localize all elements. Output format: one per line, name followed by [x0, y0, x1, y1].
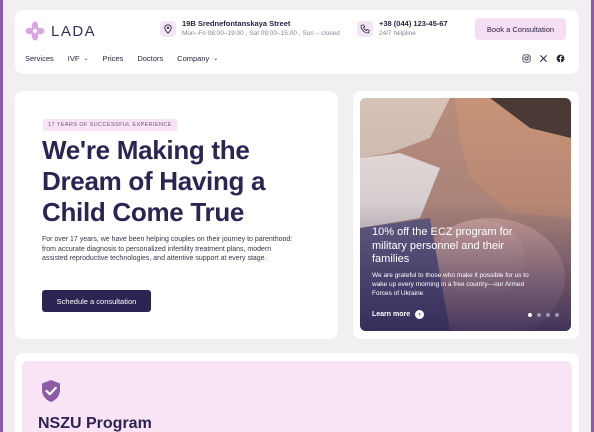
- nszu-card: NSZU Program: [22, 361, 572, 432]
- nav-item-services[interactable]: Services: [25, 54, 54, 63]
- helpline-label: 24/7 helpline: [379, 30, 416, 37]
- chevron-down-icon: ⌄: [83, 56, 89, 62]
- phone-info[interactable]: +38 (044) 123-45-67 24/7 helpline: [357, 18, 448, 39]
- promo-description: We are grateful to those who make it pos…: [372, 272, 529, 297]
- experience-badge: 17 YEARS OF SUCCESSFUL EXPERIENCE: [43, 119, 177, 131]
- site-header: LADA 19B Srednefontanskaya Street Mon–Fr…: [15, 10, 579, 74]
- logo-text: LADA: [51, 22, 97, 40]
- location-pin-icon: [160, 21, 176, 37]
- window-frame-left: [0, 0, 3, 432]
- nav-item-company[interactable]: Company ⌄: [177, 54, 218, 63]
- hero-description: For over 17 years, we have been helping …: [42, 236, 293, 262]
- nav-label: Company: [177, 54, 210, 63]
- shield-check-icon: [42, 380, 60, 402]
- schedule-consultation-button[interactable]: Schedule a consultation: [42, 290, 151, 312]
- hero-section: 17 YEARS OF SUCCESSFUL EXPERIENCE We're …: [15, 91, 338, 339]
- book-consultation-button[interactable]: Book a Consultation: [475, 18, 566, 40]
- slider-dot[interactable]: [528, 313, 532, 317]
- logo[interactable]: LADA: [25, 21, 96, 41]
- promo-card: 10% off the ECZ program for military per…: [353, 91, 579, 339]
- nav-item-prices[interactable]: Prices: [102, 54, 123, 63]
- slider-dot[interactable]: [537, 313, 541, 317]
- promo-slider[interactable]: 10% off the ECZ program for military per…: [360, 98, 571, 331]
- social-links: [522, 54, 565, 63]
- learn-more-label: Learn more: [372, 311, 411, 318]
- nav-item-ivf[interactable]: IVF ⌄: [68, 54, 89, 63]
- phone-number: +38 (044) 123-45-67: [379, 19, 448, 28]
- instagram-icon[interactable]: [522, 54, 531, 63]
- nszu-section: NSZU Program: [15, 353, 579, 432]
- nszu-title: NSZU Program: [38, 415, 152, 432]
- slider-dots: [528, 313, 559, 317]
- arrow-right-icon: ›: [415, 310, 425, 319]
- chevron-down-icon: ⌄: [213, 56, 219, 62]
- opening-hours: Mon–Fri 08:00–19:00 , Sat 09:00–15:00 , …: [182, 30, 340, 37]
- slider-dot[interactable]: [555, 313, 559, 317]
- promo-title: 10% off the ECZ program for military per…: [372, 226, 513, 265]
- learn-more-link[interactable]: Learn more ›: [372, 310, 425, 319]
- facebook-icon[interactable]: [556, 54, 565, 63]
- nav-label: Prices: [102, 54, 124, 63]
- nav-label: Doctors: [137, 54, 164, 63]
- x-icon[interactable]: [539, 54, 548, 63]
- nav-label: Services: [25, 54, 54, 63]
- nav-item-doctors[interactable]: Doctors: [137, 54, 163, 63]
- phone-icon: [357, 21, 373, 37]
- hero-title: We're Making the Dream of Having a Child…: [42, 135, 266, 227]
- address-info: 19B Srednefontanskaya Street Mon–Fri 08:…: [160, 18, 340, 39]
- main-nav: Services IVF ⌄ Prices Doctors Company ⌄: [25, 54, 218, 63]
- nav-label: IVF: [67, 54, 80, 63]
- address-title: 19B Srednefontanskaya Street: [182, 19, 291, 28]
- slider-dot[interactable]: [546, 313, 550, 317]
- logo-flower-icon: [25, 21, 45, 41]
